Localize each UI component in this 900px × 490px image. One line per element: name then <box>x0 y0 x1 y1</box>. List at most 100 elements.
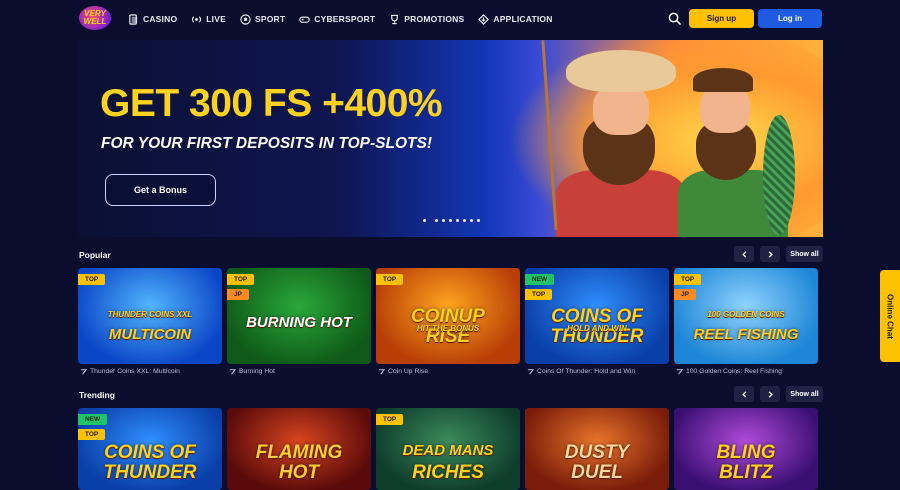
gamepad-icon <box>299 16 310 23</box>
trophy-icon <box>391 14 399 24</box>
carousel-dot[interactable] <box>463 219 466 222</box>
badge-top: TOP <box>227 274 255 285</box>
nav-label: CYBERSPORT <box>314 14 376 24</box>
game-card[interactable]: COINS OF THUNDER NEW TOP <box>78 408 222 490</box>
banner-title: GET 300 FS +400% <box>100 82 443 125</box>
badge-top: TOP <box>674 274 702 285</box>
game-logo-text: MULTICOIN <box>108 326 192 343</box>
game-logo-text: THUNDER <box>103 462 197 483</box>
game-name[interactable]: Coin Up Rise <box>378 368 428 375</box>
online-chat-label: Online Chat <box>885 293 895 339</box>
game-card[interactable]: 100 GOLDEN COINS REEL FISHING TOP JP <box>674 268 818 364</box>
prev-button[interactable] <box>734 386 754 402</box>
badge-top: TOP <box>376 414 404 425</box>
promo-banner[interactable]: GET 300 FS +400% FOR YOUR FIRST DEPOSITS… <box>78 40 823 237</box>
broadcast-icon <box>192 15 202 23</box>
next-button[interactable] <box>760 246 780 262</box>
badge-top: TOP <box>78 274 106 285</box>
search-icon[interactable] <box>668 12 681 25</box>
get-bonus-button[interactable]: Get a Bonus <box>105 174 216 206</box>
badge-top: TOP <box>525 289 553 300</box>
nav-item-sport[interactable]: SPORT <box>240 13 286 25</box>
section-title-trending: Trending <box>79 390 115 400</box>
game-card[interactable]: DEAD MANS RICHES TOP <box>376 408 520 490</box>
badge-top: TOP <box>376 274 404 285</box>
game-name[interactable]: Burning Hot <box>229 368 275 375</box>
badge-top: TOP <box>78 429 106 440</box>
game-logo-text: BLITZ <box>719 462 773 483</box>
badge-jp: JP <box>227 289 249 300</box>
game-logo-text: HOT <box>278 462 320 483</box>
nav-label: PROMOTIONS <box>404 14 465 24</box>
carousel-dot[interactable] <box>470 219 473 222</box>
nav-item-cybersport[interactable]: CYBERSPORT <box>299 14 375 25</box>
nav-item-casino[interactable]: CASINO <box>128 13 178 25</box>
nav-label: SPORT <box>254 14 286 24</box>
main-nav: CASINO LIVE SPORT CYBERSPORT PROMOTIONS APPLI… <box>128 0 553 38</box>
game-logo-text: DUSTY <box>564 442 630 463</box>
game-logo-text: HIT THE BONUS <box>416 324 480 333</box>
game-card[interactable]: BLING BLITZ <box>674 408 818 490</box>
next-button[interactable] <box>760 386 780 402</box>
nav-item-promotions[interactable]: PROMOTIONS <box>389 14 464 25</box>
site-logo[interactable]: VERY WELL <box>79 6 111 30</box>
game-card[interactable]: BURNING HOT TOP JP <box>227 268 371 364</box>
badge-new: NEW <box>78 414 108 425</box>
game-logo-text: COINS OF <box>104 442 196 463</box>
login-button[interactable]: Log in <box>758 9 822 28</box>
game-card[interactable]: COINS OF THUNDER HOLD AND WIN NEW TOP <box>525 268 669 364</box>
cards-icon <box>129 13 138 25</box>
chevron-left-icon <box>741 250 746 258</box>
game-name[interactable]: 100 Golden Coins: Reel Fishing <box>676 368 782 375</box>
game-logo-text: 100 GOLDEN COINS <box>707 310 785 319</box>
nav-label: APPLICATION <box>493 14 553 24</box>
badge-new: NEW <box>525 274 555 285</box>
show-all-button[interactable]: Show all <box>786 246 823 262</box>
game-logo-text: BURNING HOT <box>246 314 352 331</box>
nav-label: LIVE <box>206 14 226 24</box>
provider-icon <box>229 369 236 375</box>
carousel-dot[interactable] <box>477 219 480 222</box>
game-name[interactable]: Thunder Coins XXL: Multicoin <box>80 368 180 375</box>
badge-jp: JP <box>674 289 696 300</box>
game-card[interactable]: COINUP RISE HIT THE BONUS TOP <box>376 268 520 364</box>
download-icon <box>478 13 490 25</box>
online-chat-button[interactable]: Online Chat <box>880 270 900 362</box>
carousel-dots <box>423 219 480 222</box>
prev-button[interactable] <box>734 246 754 262</box>
nav-item-live[interactable]: LIVE <box>191 14 226 25</box>
provider-icon <box>80 369 87 375</box>
nav-label: CASINO <box>143 14 178 24</box>
provider-icon <box>676 369 683 375</box>
game-logo-text: REEL FISHING <box>693 326 799 343</box>
game-name-label: Coins Of Thunder: Hold and Win <box>537 368 636 375</box>
game-logo-text: THUNDER COINS XXL <box>107 310 193 319</box>
game-logo-text: DUEL <box>571 462 623 483</box>
section-title-popular: Popular <box>79 250 111 260</box>
game-name[interactable]: Coins Of Thunder: Hold and Win <box>527 368 635 375</box>
logo-text: VERY WELL <box>83 9 107 26</box>
banner-subtitle: FOR YOUR FIRST DEPOSITS IN TOP-SLOTS! <box>101 135 432 152</box>
top-header: VERY WELL CASINO LIVE SPORT CYBERSPORT PROMO… <box>0 0 900 38</box>
game-logo-text: DEAD MANS <box>402 442 494 459</box>
game-card[interactable]: THUNDER COINS XXL MULTICOIN TOP <box>78 268 222 364</box>
game-card[interactable]: DUSTY DUEL <box>525 408 669 490</box>
ball-icon <box>240 13 251 25</box>
game-name-label: Thunder Coins XXL: Multicoin <box>90 368 180 375</box>
nav-item-application[interactable]: APPLICATION <box>478 13 553 25</box>
carousel-dot[interactable] <box>449 219 452 222</box>
signup-button[interactable]: Sign up <box>689 9 754 28</box>
show-all-button[interactable]: Show all <box>786 386 823 402</box>
game-logo-text: HOLD AND WIN <box>567 324 627 333</box>
carousel-dot[interactable] <box>423 219 426 222</box>
carousel-dot[interactable] <box>442 219 445 222</box>
game-name-label: Burning Hot <box>239 368 275 375</box>
chevron-right-icon <box>768 390 773 398</box>
game-name-label: 100 Golden Coins: Reel Fishing <box>686 368 782 375</box>
chevron-left-icon <box>741 390 746 398</box>
provider-icon <box>378 369 385 375</box>
carousel-dot[interactable] <box>435 219 438 222</box>
chevron-right-icon <box>768 250 773 258</box>
game-card[interactable]: FLAMING HOT <box>227 408 371 490</box>
carousel-dot[interactable] <box>456 219 459 222</box>
